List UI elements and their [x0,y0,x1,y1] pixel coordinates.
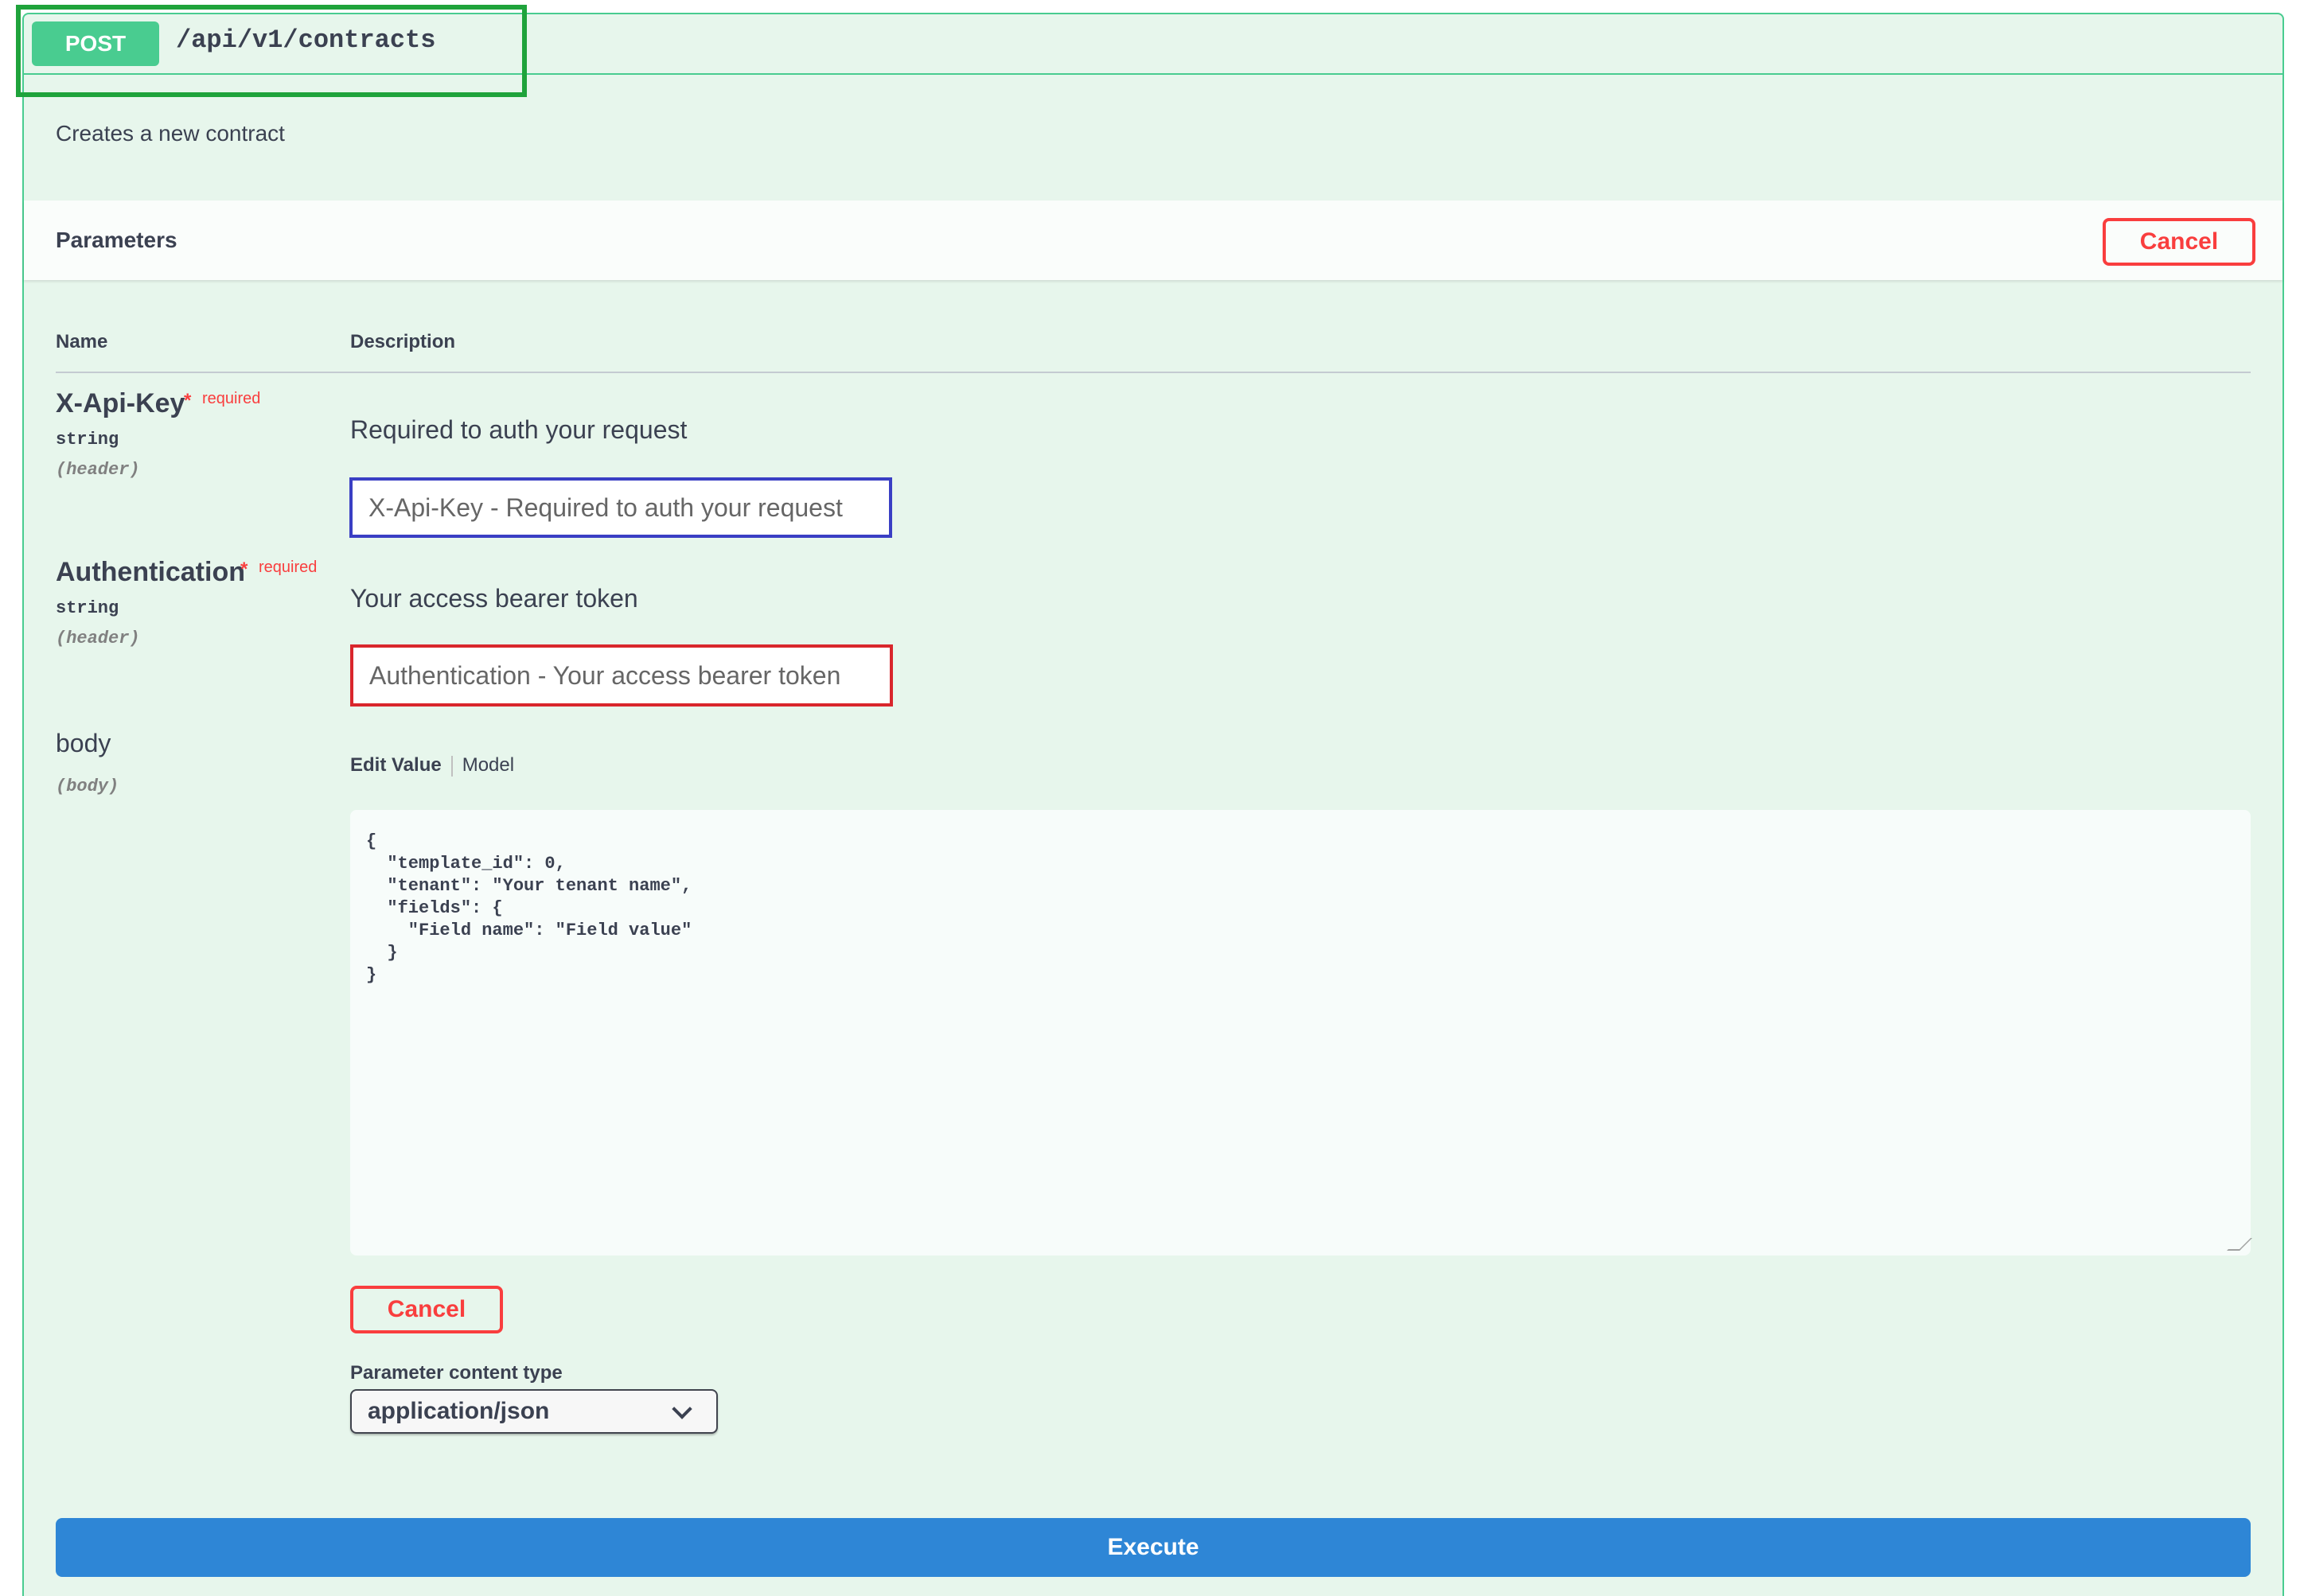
body-tabs: Edit Value Model [350,754,514,777]
content-type-value: application/json [368,1398,550,1424]
column-header-name: Name [56,331,108,352]
parameters-header: Parameters [24,200,2282,280]
tab-edit-value[interactable]: Edit Value [350,754,442,776]
param-location: (header) [56,460,140,480]
highlight-box-endpoint [16,5,527,97]
param-type: string [56,430,119,450]
body-value[interactable]: { "template_id": 0, "tenant": "Your tena… [366,831,2235,987]
param-type: string [56,598,119,618]
param-name-x-api-key: X-Api-Key [56,388,185,418]
param-name-body: body [56,729,111,757]
required-label: required [259,559,318,576]
required-star: * [184,390,192,411]
required-label: required [202,390,261,407]
param-description: Your access bearer token [350,584,638,613]
content-type-label: Parameter content type [350,1362,563,1384]
param-description: Required to auth your request [350,415,688,444]
authentication-input[interactable]: Authentication - Your access bearer toke… [350,644,893,707]
body-cancel-button[interactable]: Cancel [350,1286,503,1333]
execute-button[interactable]: Execute [56,1518,2251,1577]
tab-model[interactable]: Model [462,754,514,776]
content-type-select[interactable]: application/json [350,1389,718,1434]
resize-handle-icon[interactable] [2227,1238,2252,1251]
required-star: * [240,559,248,580]
parameters-title: Parameters [56,228,177,252]
param-location: (body) [56,777,119,796]
table-header-divider [56,372,2251,373]
chevron-down-icon [672,1399,692,1419]
param-name-authentication: Authentication [56,557,245,587]
try-out-cancel-button[interactable]: Cancel [2103,218,2255,266]
param-location: (header) [56,629,140,648]
x-api-key-input[interactable]: X-Api-Key - Required to auth your reques… [349,477,892,538]
tab-divider [450,755,453,777]
operation-description: Creates a new contract [56,121,285,146]
column-header-description: Description [350,331,456,352]
body-textarea[interactable]: { "template_id": 0, "tenant": "Your tena… [350,810,2252,1255]
